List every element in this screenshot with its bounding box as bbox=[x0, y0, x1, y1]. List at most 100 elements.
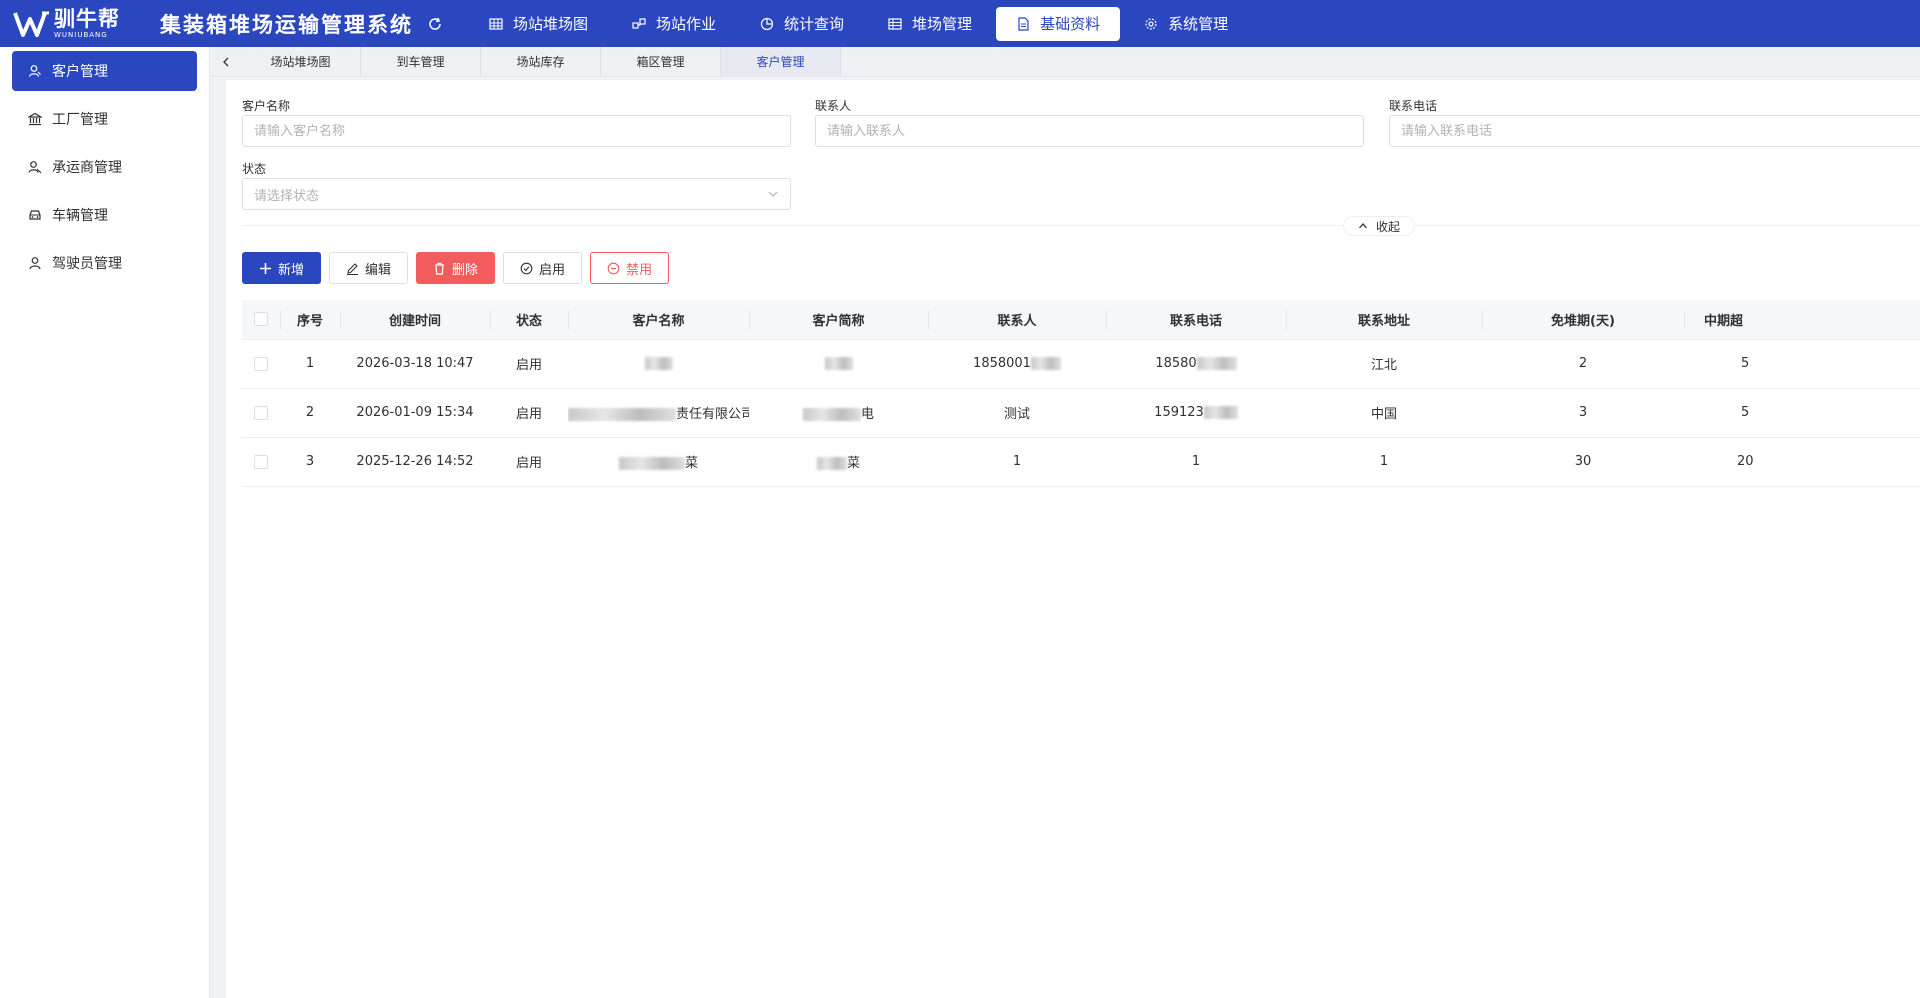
row-index: 2 bbox=[280, 388, 340, 438]
nav-yard-map[interactable]: 场站堆场图 bbox=[469, 7, 608, 41]
collapse-button[interactable]: 收起 bbox=[1343, 216, 1416, 236]
add-button[interactable]: 新增 bbox=[242, 252, 322, 284]
row-created: 2026-03-18 10:47 bbox=[340, 339, 490, 389]
document-icon bbox=[1018, 16, 1029, 31]
car-icon bbox=[29, 210, 41, 220]
row-contact: 1 bbox=[928, 437, 1106, 487]
contact-field: 联系人 bbox=[815, 98, 1364, 147]
nav-statistics[interactable]: 统计查询 bbox=[740, 7, 864, 41]
customer-name-input[interactable] bbox=[254, 123, 779, 139]
redacted-text bbox=[568, 408, 676, 421]
row-address: 1 bbox=[1286, 437, 1482, 487]
row-status: 启用 bbox=[490, 339, 568, 389]
sidebar-item-carrier[interactable]: 承运商管理 bbox=[12, 147, 197, 187]
row-checkbox[interactable] bbox=[254, 454, 268, 469]
sidebar-item-label: 承运商管理 bbox=[52, 160, 122, 176]
nav-basic-data[interactable]: 基础资料 bbox=[996, 6, 1121, 41]
row-address: 中国 bbox=[1286, 388, 1482, 438]
plus-icon bbox=[260, 262, 271, 274]
column-header: 联系电话 bbox=[1106, 300, 1286, 340]
redacted-text bbox=[1203, 406, 1238, 419]
tab-customer[interactable]: 客户管理 bbox=[721, 46, 841, 77]
tab-yard-map[interactable]: 场站堆场图 bbox=[241, 46, 361, 77]
delete-button[interactable]: 删除 bbox=[416, 252, 496, 284]
phone-input[interactable] bbox=[1401, 123, 1920, 139]
row-checkbox[interactable] bbox=[254, 405, 268, 420]
nav-label: 系统管理 bbox=[1168, 15, 1229, 33]
row-customer-name: 菜 bbox=[568, 437, 749, 487]
delete-label: 删除 bbox=[452, 262, 479, 278]
redacted-text bbox=[824, 357, 853, 370]
redacted-text bbox=[644, 357, 673, 370]
grid-icon bbox=[489, 17, 503, 30]
sidebar-item-factory[interactable]: 工厂管理 bbox=[12, 99, 197, 139]
row-index: 3 bbox=[280, 437, 340, 487]
nav-yard-ops[interactable]: 场站作业 bbox=[612, 7, 736, 41]
sidebar-item-customer[interactable]: 客户管理 bbox=[12, 51, 197, 91]
brand-logo[interactable]: 驯牛帮 WUNIUBANG bbox=[12, 0, 144, 47]
logo-en-text: WUNIUBANG bbox=[54, 31, 108, 39]
row-short-name bbox=[749, 339, 928, 389]
enable-button[interactable]: 启用 bbox=[503, 252, 583, 284]
trash-icon bbox=[435, 262, 445, 275]
column-header: 客户名称 bbox=[568, 300, 749, 340]
tab-inventory[interactable]: 场站库存 bbox=[481, 46, 601, 77]
carrier-icon bbox=[28, 161, 42, 174]
nav-system-management[interactable]: 系统管理 bbox=[1124, 7, 1248, 41]
nav-label: 基础资料 bbox=[1040, 15, 1101, 33]
tabs-scroll-left[interactable] bbox=[211, 47, 241, 77]
row-free-days: 3 bbox=[1482, 388, 1684, 438]
edit-button[interactable]: 编辑 bbox=[329, 252, 409, 284]
refresh-icon[interactable] bbox=[427, 16, 443, 32]
row-contact: 1858001 bbox=[928, 339, 1106, 389]
driver-icon bbox=[29, 257, 41, 270]
sidebar-item-vehicle[interactable]: 车辆管理 bbox=[12, 195, 197, 235]
row-phone: 18580 bbox=[1106, 339, 1286, 389]
redacted-text bbox=[1196, 357, 1237, 370]
status-field: 状态 请选择状态 bbox=[242, 161, 791, 210]
table-row[interactable]: 2 2026-01-09 15:34 启用 责任有限公司 电 测试 159123… bbox=[242, 388, 1920, 438]
select-all-cell bbox=[242, 300, 280, 340]
collapse-label: 收起 bbox=[1376, 219, 1401, 234]
nav-yard-management[interactable]: 堆场管理 bbox=[868, 7, 992, 41]
table-header-row: 序号 创建时间 状态 客户名称 客户简称 联系人 联系电话 联系地址 免堆期(天… bbox=[242, 300, 1920, 340]
column-header: 中期超 bbox=[1684, 300, 1920, 340]
status-label: 状态 bbox=[242, 162, 267, 176]
row-status: 启用 bbox=[490, 388, 568, 438]
nav-label: 场站作业 bbox=[656, 15, 717, 33]
check-circle-icon bbox=[520, 262, 533, 274]
status-select[interactable]: 请选择状态 bbox=[242, 178, 791, 210]
row-customer-name: 责任有限公司 bbox=[568, 388, 749, 438]
column-header: 创建时间 bbox=[340, 300, 490, 340]
main-panel: 客户名称 联系人 联系电话 状态 请选择状态 收起 新增 bbox=[226, 80, 1920, 998]
tab-box-area[interactable]: 箱区管理 bbox=[601, 46, 721, 77]
row-short-name: 电 bbox=[749, 388, 928, 438]
factory-icon bbox=[28, 112, 42, 126]
customer-table: 序号 创建时间 状态 客户名称 客户简称 联系人 联系电话 联系地址 免堆期(天… bbox=[242, 300, 1920, 487]
contact-input[interactable] bbox=[827, 123, 1352, 139]
table-row[interactable]: 3 2025-12-26 14:52 启用 菜 菜 1 1 1 30 20 bbox=[242, 437, 1920, 487]
row-contact: 测试 bbox=[928, 388, 1106, 438]
enable-label: 启用 bbox=[539, 262, 566, 278]
status-placeholder: 请选择状态 bbox=[254, 188, 320, 204]
tab-arrival[interactable]: 到车管理 bbox=[361, 46, 481, 77]
row-free-days: 30 bbox=[1482, 437, 1684, 487]
main-nav: 场站堆场图 场站作业 统计查询 堆场管理 基础资料 系统管理 bbox=[469, 0, 1252, 47]
logo-w-icon bbox=[13, 11, 49, 37]
disable-button[interactable]: 禁用 bbox=[590, 252, 670, 284]
sidebar-item-driver[interactable]: 驾驶员管理 bbox=[12, 243, 197, 283]
table-row[interactable]: 1 2026-03-18 10:47 启用 1858001 18580 江北 2… bbox=[242, 339, 1920, 389]
row-address: 江北 bbox=[1286, 339, 1482, 389]
select-all-checkbox[interactable] bbox=[254, 312, 268, 327]
column-header: 状态 bbox=[490, 300, 568, 340]
row-checkbox[interactable] bbox=[254, 356, 268, 371]
row-free-days: 2 bbox=[1482, 339, 1684, 389]
redacted-text bbox=[618, 457, 685, 470]
column-header: 免堆期(天) bbox=[1482, 300, 1684, 340]
row-mid: 5 bbox=[1684, 339, 1920, 389]
sidebar-item-label: 驾驶员管理 bbox=[52, 256, 122, 272]
chevron-down-icon bbox=[768, 191, 778, 197]
action-toolbar: 新增 编辑 删除 启用 禁用 bbox=[242, 252, 677, 284]
sidebar: 客户管理 工厂管理 承运商管理 车辆管理 驾驶员管理 bbox=[0, 47, 210, 998]
sidebar-item-label: 工厂管理 bbox=[52, 112, 108, 128]
